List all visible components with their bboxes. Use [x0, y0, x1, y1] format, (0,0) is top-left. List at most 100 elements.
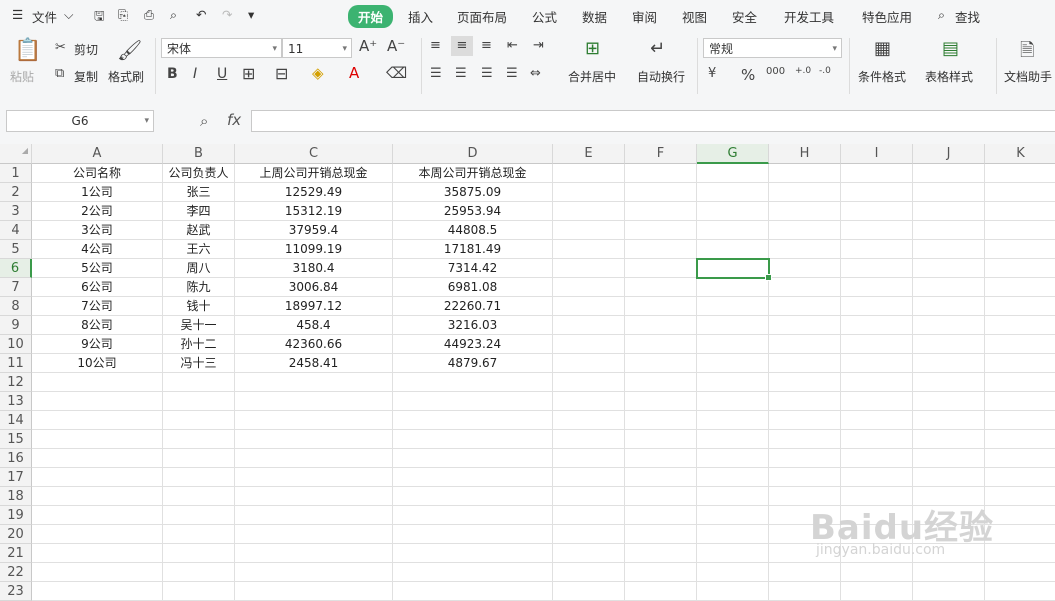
cell-c19[interactable] — [235, 506, 393, 525]
cell-c17[interactable] — [235, 468, 393, 487]
chevron-down-icon[interactable]: ⌵ — [64, 7, 73, 23]
cell-g15[interactable] — [697, 430, 769, 449]
cell-b13[interactable] — [163, 392, 235, 411]
italic-icon[interactable]: I — [193, 66, 197, 82]
cell-e14[interactable] — [553, 411, 625, 430]
table-style-button[interactable]: 表格样式 — [925, 68, 973, 85]
cell-d1[interactable]: 本周公司开销总现金 — [393, 164, 553, 183]
cell-g3[interactable] — [697, 202, 769, 221]
column-header-f[interactable]: F — [625, 144, 697, 164]
cell-c13[interactable] — [235, 392, 393, 411]
cell-c6[interactable]: 3180.4 — [235, 259, 393, 278]
cell-c1[interactable]: 上周公司开销总现金 — [235, 164, 393, 183]
cell-k2[interactable] — [985, 183, 1055, 202]
wrap-text-icon[interactable]: ↵ — [650, 38, 665, 59]
print-icon[interactable]: ⎙ — [144, 7, 154, 23]
cell-k3[interactable] — [985, 202, 1055, 221]
font-color-icon[interactable]: A — [349, 64, 359, 82]
cell-e4[interactable] — [553, 221, 625, 240]
cell-g9[interactable] — [697, 316, 769, 335]
undo-icon[interactable]: ↶ — [196, 7, 206, 22]
row-header-13[interactable]: 13 — [0, 392, 32, 411]
cell-j10[interactable] — [913, 335, 985, 354]
cell-f2[interactable] — [625, 183, 697, 202]
cell-c5[interactable]: 11099.19 — [235, 240, 393, 259]
cell-e21[interactable] — [553, 544, 625, 563]
cell-j16[interactable] — [913, 449, 985, 468]
cell-b18[interactable] — [163, 487, 235, 506]
cell-d5[interactable]: 17181.49 — [393, 240, 553, 259]
cell-d4[interactable]: 44808.5 — [393, 221, 553, 240]
thousands-separator-icon[interactable]: 000 — [766, 66, 785, 77]
cell-a19[interactable] — [32, 506, 163, 525]
column-header-d[interactable]: D — [393, 144, 553, 164]
cell-b9[interactable]: 吴十一 — [163, 316, 235, 335]
distributed-icon[interactable]: ⇔ — [530, 66, 541, 81]
cell-b20[interactable] — [163, 525, 235, 544]
cell-g23[interactable] — [697, 582, 769, 601]
column-header-h[interactable]: H — [769, 144, 841, 164]
row-header-7[interactable]: 7 — [0, 278, 32, 297]
selected-cell-outline[interactable] — [696, 258, 772, 281]
row-header-9[interactable]: 9 — [0, 316, 32, 335]
cell-j6[interactable] — [913, 259, 985, 278]
cell-f4[interactable] — [625, 221, 697, 240]
cell-c10[interactable]: 42360.66 — [235, 335, 393, 354]
copy-button[interactable]: 复制 — [74, 68, 98, 85]
cell-f7[interactable] — [625, 278, 697, 297]
cell-j11[interactable] — [913, 354, 985, 373]
cell-k8[interactable] — [985, 297, 1055, 316]
cell-g16[interactable] — [697, 449, 769, 468]
cell-b12[interactable] — [163, 373, 235, 392]
cell-i6[interactable] — [841, 259, 913, 278]
cell-a17[interactable] — [32, 468, 163, 487]
cell-e18[interactable] — [553, 487, 625, 506]
format-painter-icon[interactable]: 🖌 — [117, 38, 142, 62]
cell-d15[interactable] — [393, 430, 553, 449]
row-header-6[interactable]: 6 — [0, 259, 32, 278]
tab-security[interactable]: 安全 — [732, 7, 757, 26]
cell-h14[interactable] — [769, 411, 841, 430]
copy-icon[interactable]: ⧉ — [55, 66, 64, 81]
decrease-decimal-icon[interactable]: -.0 — [819, 66, 831, 76]
cell-c9[interactable]: 458.4 — [235, 316, 393, 335]
conditional-format-button[interactable]: 条件格式 — [858, 68, 906, 85]
cell-e6[interactable] — [553, 259, 625, 278]
cell-d7[interactable]: 6981.08 — [393, 278, 553, 297]
cell-a18[interactable] — [32, 487, 163, 506]
cell-k16[interactable] — [985, 449, 1055, 468]
cell-f18[interactable] — [625, 487, 697, 506]
underline-icon[interactable]: U — [217, 66, 227, 82]
currency-icon[interactable]: ¥ — [708, 66, 716, 81]
cell-f6[interactable] — [625, 259, 697, 278]
cell-f23[interactable] — [625, 582, 697, 601]
cell-h6[interactable] — [769, 259, 841, 278]
name-box[interactable]: G6 ▾ — [6, 110, 154, 132]
search-label[interactable]: 查找 — [955, 7, 980, 26]
cell-b23[interactable] — [163, 582, 235, 601]
row-header-18[interactable]: 18 — [0, 487, 32, 506]
export-pdf-icon[interactable]: ⎘ — [118, 7, 128, 23]
clear-format-icon[interactable]: ⌫ — [386, 64, 407, 82]
cell-i8[interactable] — [841, 297, 913, 316]
cell-h11[interactable] — [769, 354, 841, 373]
row-header-15[interactable]: 15 — [0, 430, 32, 449]
row-header-12[interactable]: 12 — [0, 373, 32, 392]
cell-h2[interactable] — [769, 183, 841, 202]
cell-e2[interactable] — [553, 183, 625, 202]
tab-features[interactable]: 特色应用 — [862, 7, 912, 26]
cell-g11[interactable] — [697, 354, 769, 373]
search-icon[interactable]: ⌕ — [938, 7, 945, 23]
cell-b15[interactable] — [163, 430, 235, 449]
cell-h16[interactable] — [769, 449, 841, 468]
row-header-23[interactable]: 23 — [0, 582, 32, 601]
cell-c18[interactable] — [235, 487, 393, 506]
font-size-select[interactable]: 11 ▾ — [282, 38, 352, 58]
cell-g21[interactable] — [697, 544, 769, 563]
cell-b2[interactable]: 张三 — [163, 183, 235, 202]
cell-d13[interactable] — [393, 392, 553, 411]
tab-page-layout[interactable]: 页面布局 — [457, 7, 507, 26]
indent-increase-icon[interactable]: ⇥ — [533, 38, 544, 53]
cell-j12[interactable] — [913, 373, 985, 392]
cell-k7[interactable] — [985, 278, 1055, 297]
